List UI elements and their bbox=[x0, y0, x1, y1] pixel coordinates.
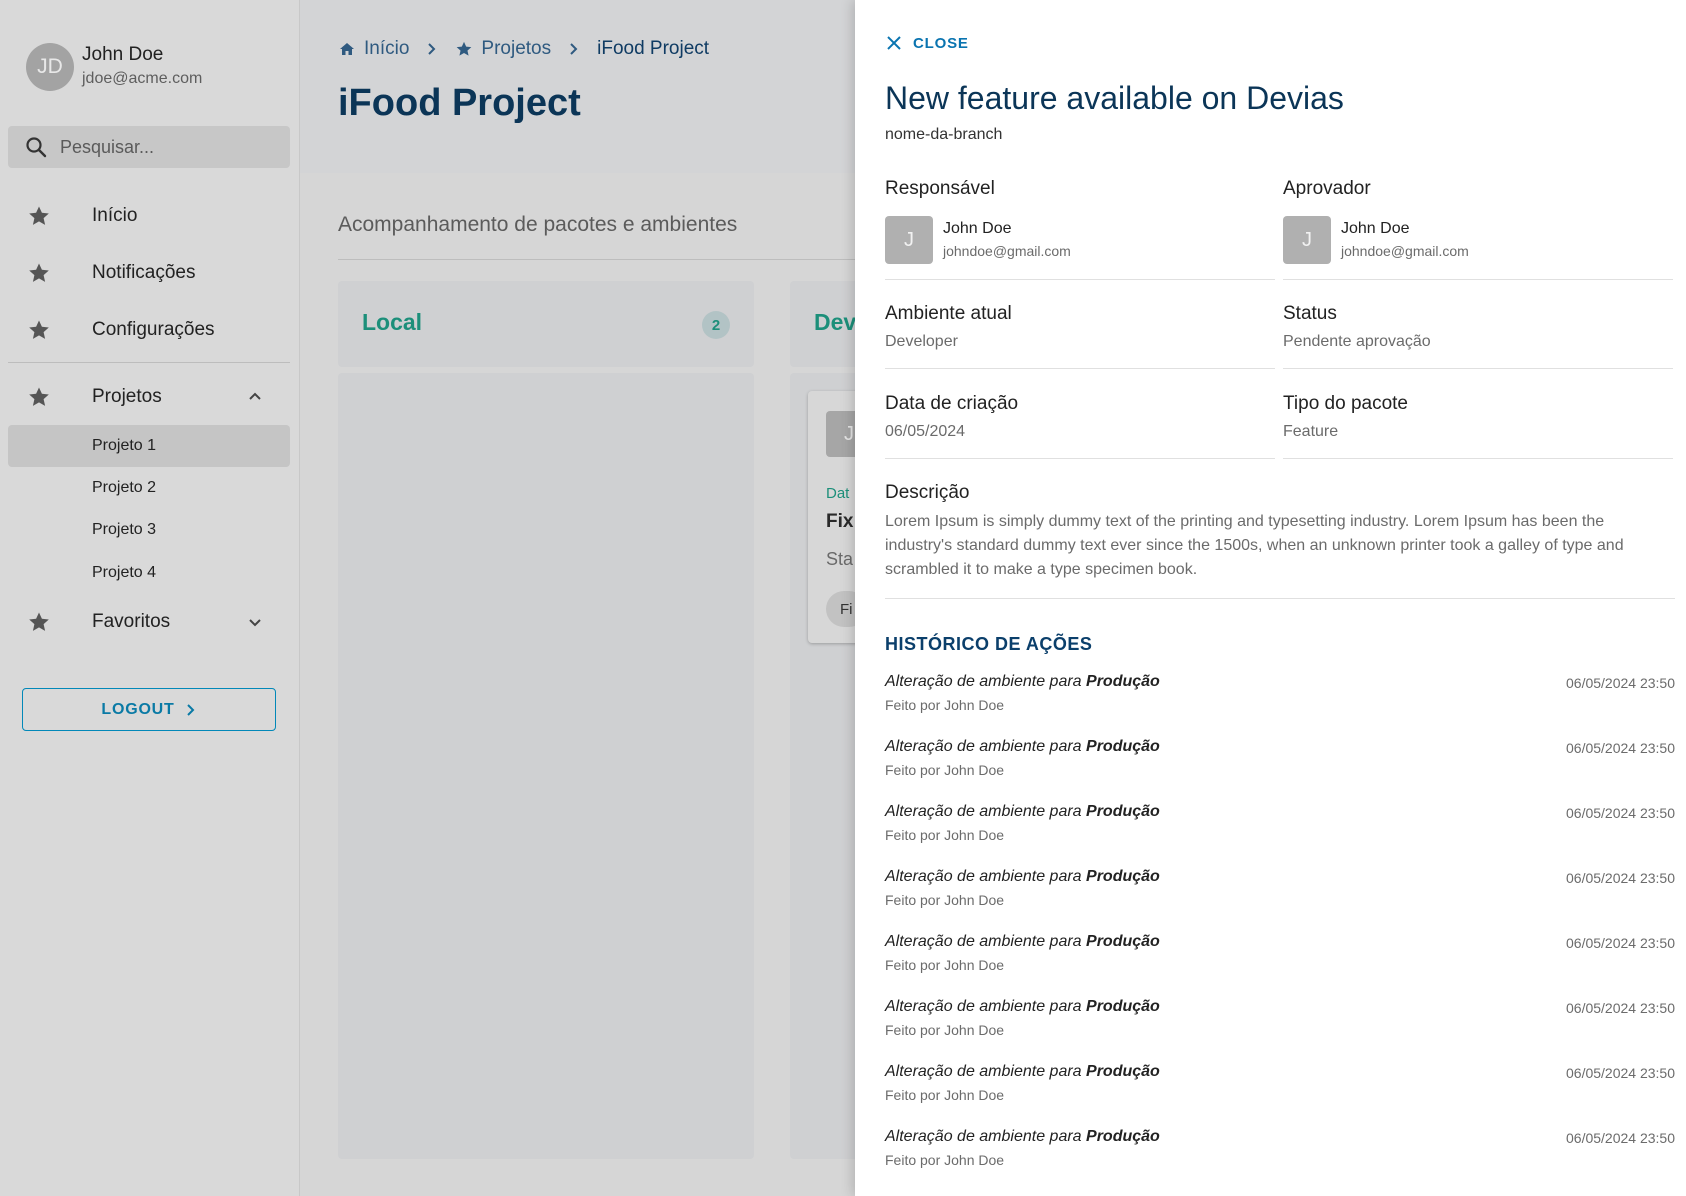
history-item: Alteração de ambiente para Produção Feit… bbox=[885, 933, 1675, 973]
person-name: John Doe bbox=[943, 220, 1012, 237]
chevron-right-icon bbox=[428, 43, 436, 55]
sidebar-item-label: Projetos bbox=[92, 386, 162, 407]
column-title: Local bbox=[362, 309, 423, 335]
sidebar-subitem-projeto-1[interactable]: Projeto 1 bbox=[8, 425, 290, 467]
history-title: HISTÓRICO DE AÇÕES bbox=[885, 634, 1093, 654]
history-timestamp: 06/05/2024 23:50 bbox=[1566, 740, 1675, 756]
column-body bbox=[338, 373, 754, 1159]
search-icon bbox=[26, 137, 47, 158]
history-timestamp: 06/05/2024 23:50 bbox=[1566, 1000, 1675, 1016]
person-name: John Doe bbox=[1341, 220, 1410, 237]
description-text: Lorem Ipsum is simply dummy text of the … bbox=[885, 513, 1624, 578]
avatar: J bbox=[1283, 216, 1331, 264]
branch-name: nome-da-branch bbox=[885, 126, 1003, 143]
column-count-badge: 2 bbox=[702, 311, 730, 339]
sidebar-subitem-projeto-4[interactable]: Projeto 4 bbox=[8, 552, 290, 594]
card-title: Fix bbox=[826, 511, 854, 532]
field-aprovador: Aprovador J John Doe johndoe@gmail.com bbox=[1283, 178, 1673, 280]
search-box bbox=[8, 126, 290, 168]
sidebar-item-label: Início bbox=[92, 205, 138, 226]
star-icon bbox=[29, 263, 49, 282]
history-timestamp: 06/05/2024 23:50 bbox=[1566, 870, 1675, 886]
chevron-down-icon bbox=[249, 619, 261, 627]
field-status: Status Pendente aprovação bbox=[1283, 303, 1673, 369]
history-item: Alteração de ambiente para Produção Feit… bbox=[885, 1063, 1675, 1103]
details-drawer: CLOSE New feature available on Devias no… bbox=[855, 0, 1686, 1196]
field-tipo-pacote: Tipo do pacote Feature bbox=[1283, 393, 1673, 459]
person-email: johndoe@gmail.com bbox=[943, 243, 1071, 259]
history-item: Alteração de ambiente para Produção Feit… bbox=[885, 673, 1675, 713]
person-aprovador: J John Doe johndoe@gmail.com bbox=[1283, 216, 1673, 264]
history-timestamp: 06/05/2024 23:50 bbox=[1566, 1130, 1675, 1146]
column-title: Dev bbox=[814, 309, 857, 335]
history-item: Alteração de ambiente para Produção Feit… bbox=[885, 1128, 1675, 1168]
sidebar: JD John Doe jdoe@acme.com Início Notific… bbox=[0, 0, 300, 1196]
breadcrumb-item-projetos[interactable]: Projetos bbox=[455, 38, 551, 60]
field-descricao: Descrição Lorem Ipsum is simply dummy te… bbox=[885, 482, 1675, 599]
sidebar-subitem-projeto-2[interactable]: Projeto 2 bbox=[8, 467, 290, 509]
close-icon bbox=[887, 36, 901, 50]
chevron-up-icon bbox=[249, 392, 261, 400]
field-value: Developer bbox=[885, 333, 958, 350]
history-timestamp: 06/05/2024 23:50 bbox=[1566, 935, 1675, 951]
sidebar-item-notificacoes[interactable]: Notificações bbox=[8, 249, 290, 297]
breadcrumb-item-inicio[interactable]: Início bbox=[338, 38, 409, 60]
field-value: 06/05/2024 bbox=[885, 423, 966, 440]
star-icon bbox=[29, 206, 49, 225]
field-value: Pendente aprovação bbox=[1283, 333, 1431, 350]
breadcrumb: Início Projetos iFood Project bbox=[338, 38, 709, 60]
history-item: Alteração de ambiente para Produção Feit… bbox=[885, 738, 1675, 778]
chevron-right-icon bbox=[186, 703, 195, 716]
column-header: Local 2 bbox=[338, 281, 754, 367]
sidebar-item-configuracoes[interactable]: Configurações bbox=[8, 306, 290, 354]
section-subtitle: Acompanhamento de pacotes e ambientes bbox=[338, 213, 738, 236]
breadcrumb-item-current: iFood Project bbox=[597, 38, 710, 59]
user-email: jdoe@acme.com bbox=[82, 70, 203, 87]
search-input[interactable] bbox=[60, 136, 280, 158]
drawer-title: New feature available on Devias bbox=[885, 80, 1344, 116]
history-timestamp: 06/05/2024 23:50 bbox=[1566, 1065, 1675, 1081]
user-name: John Doe bbox=[82, 44, 164, 65]
card-date-label: Dat bbox=[826, 485, 850, 502]
person-responsavel: J John Doe johndoe@gmail.com bbox=[885, 216, 1275, 264]
person-email: johndoe@gmail.com bbox=[1341, 243, 1469, 259]
sidebar-item-label: Notificações bbox=[92, 262, 196, 283]
field-value: Feature bbox=[1283, 423, 1339, 440]
sidebar-subitem-projeto-3[interactable]: Projeto 3 bbox=[8, 509, 290, 551]
star-icon bbox=[29, 387, 49, 406]
sidebar-item-projetos[interactable]: Projetos bbox=[8, 373, 290, 421]
history-item: Alteração de ambiente para Produção Feit… bbox=[885, 803, 1675, 843]
chevron-right-icon bbox=[570, 43, 578, 55]
star-icon bbox=[457, 41, 472, 56]
field-responsavel: Responsável J John Doe johndoe@gmail.com bbox=[885, 178, 1275, 280]
field-data-criacao: Data de criação 06/05/2024 bbox=[885, 393, 1275, 459]
home-icon bbox=[340, 43, 354, 55]
avatar: JD bbox=[26, 43, 74, 91]
user-profile[interactable]: JD John Doe jdoe@acme.com bbox=[26, 43, 202, 91]
history-item: Alteração de ambiente para Produção Feit… bbox=[885, 868, 1675, 908]
star-icon bbox=[29, 612, 49, 631]
history-timestamp: 06/05/2024 23:50 bbox=[1566, 805, 1675, 821]
sidebar-item-inicio[interactable]: Início bbox=[8, 192, 290, 240]
star-icon bbox=[29, 320, 49, 339]
sidebar-item-favoritos[interactable]: Favoritos bbox=[8, 598, 290, 646]
board-column-local: Local 2 bbox=[338, 281, 754, 1159]
sidebar-item-label: Favoritos bbox=[92, 611, 171, 632]
close-button[interactable]: CLOSE bbox=[885, 34, 969, 52]
card-status: Sta bbox=[826, 549, 854, 569]
history-timestamp: 06/05/2024 23:50 bbox=[1566, 675, 1675, 691]
logout-button[interactable]: LOGOUT bbox=[22, 688, 276, 731]
avatar: J bbox=[885, 216, 933, 264]
field-ambiente-atual: Ambiente atual Developer bbox=[885, 303, 1275, 369]
history-item: Alteração de ambiente para Produção Feit… bbox=[885, 998, 1675, 1038]
page-title: iFood Project bbox=[338, 82, 581, 124]
sidebar-divider bbox=[8, 362, 290, 363]
sidebar-item-label: Configurações bbox=[92, 319, 215, 340]
